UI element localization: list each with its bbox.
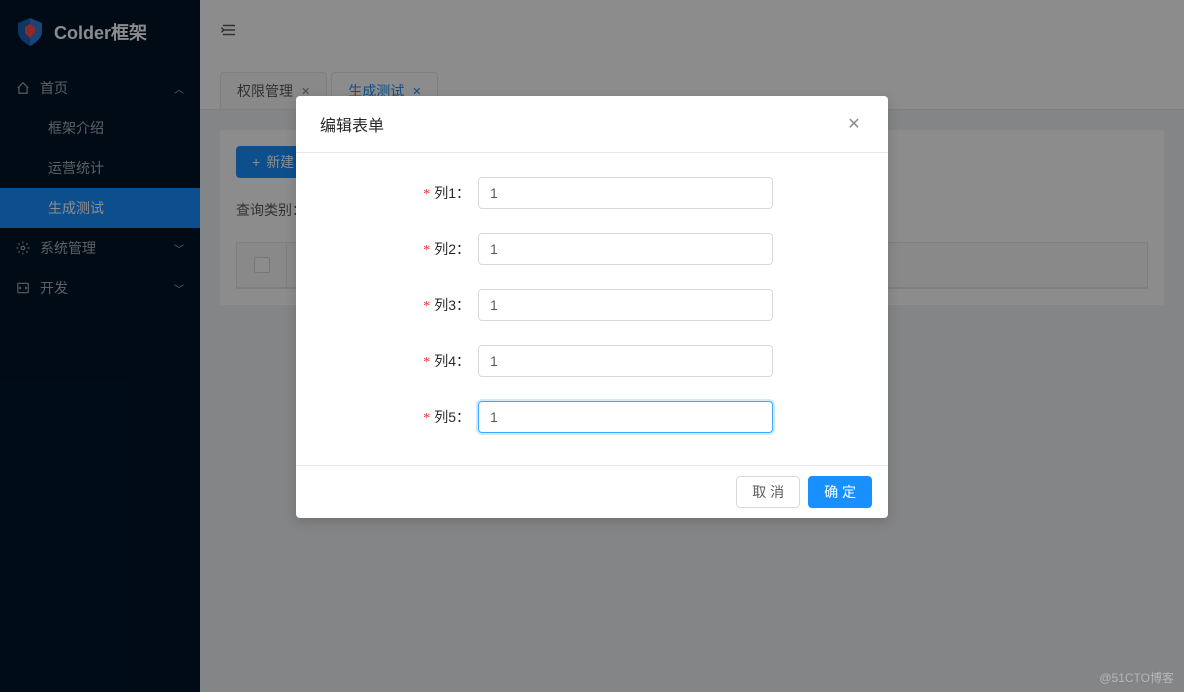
field-input-3[interactable] [478,289,773,321]
field-input-1[interactable] [478,177,773,209]
watermark: @51CTO博客 [1099,669,1174,686]
modal-footer: 取 消 确 定 [296,465,888,518]
ok-button[interactable]: 确 定 [808,476,872,508]
form-label: *列5： [320,407,478,427]
form-label: *列1： [320,183,478,203]
cancel-button[interactable]: 取 消 [736,476,800,508]
field-input-4[interactable] [478,345,773,377]
close-icon[interactable]: ✕ [844,114,864,134]
required-mark: * [423,355,430,370]
form-label: *列3： [320,295,478,315]
modal-header: 编辑表单 ✕ [296,96,888,153]
required-mark: * [423,299,430,314]
modal-body: *列1： *列2： *列3： *列4： *列5： [296,153,888,465]
field-input-2[interactable] [478,233,773,265]
required-mark: * [423,411,430,426]
form-item: *列1： [320,177,864,209]
modal-mask[interactable]: 编辑表单 ✕ *列1： *列2： *列3： *列4： *列5： 取 消 确 定 [0,0,1184,692]
modal-title: 编辑表单 [320,112,384,136]
form-item: *列3： [320,289,864,321]
form-item: *列4： [320,345,864,377]
edit-form-modal: 编辑表单 ✕ *列1： *列2： *列3： *列4： *列5： 取 消 确 定 [296,96,888,518]
form-label: *列2： [320,239,478,259]
required-mark: * [423,187,430,202]
form-item: *列5： [320,401,864,433]
field-input-5[interactable] [478,401,773,433]
form-item: *列2： [320,233,864,265]
required-mark: * [423,243,430,258]
form-label: *列4： [320,351,478,371]
